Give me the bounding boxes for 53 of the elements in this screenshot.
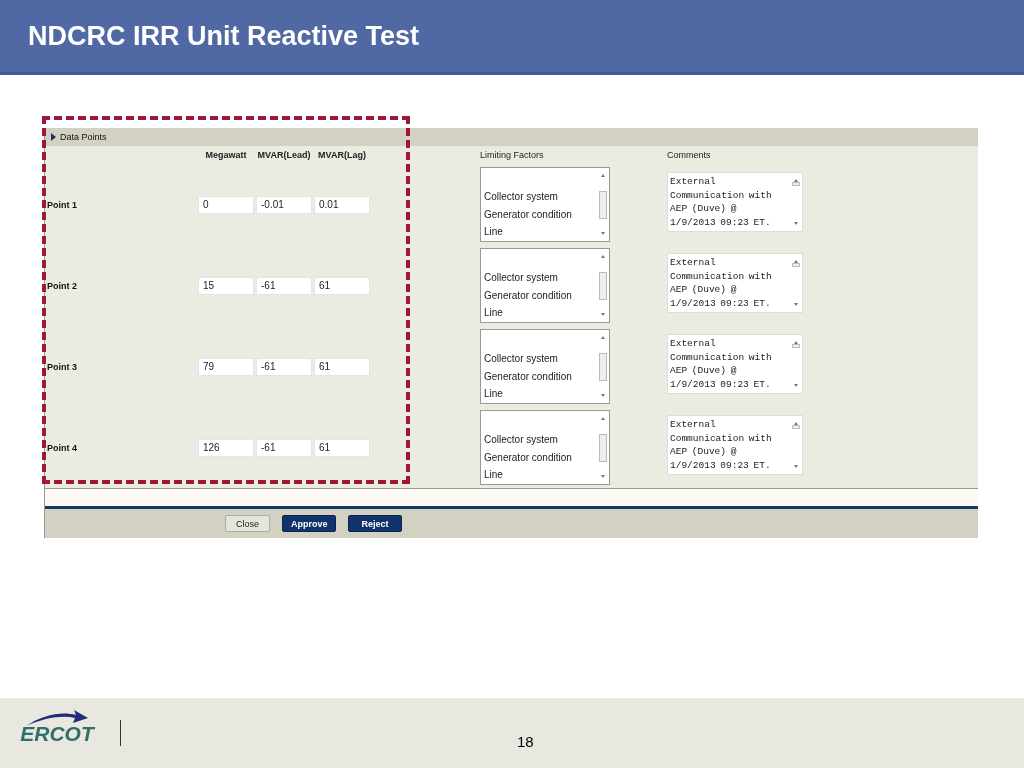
- form-button[interactable]: Reject: [348, 515, 402, 532]
- input-field[interactable]: -61: [256, 276, 312, 295]
- row-label: Point 4: [47, 442, 78, 453]
- form-button[interactable]: Close: [225, 515, 270, 532]
- list-item[interactable]: Line: [484, 385, 597, 403]
- input-field[interactable]: -61: [256, 438, 312, 457]
- list-item[interactable]: Line: [484, 466, 597, 484]
- list-item[interactable]: Collector system: [484, 431, 597, 449]
- list-box[interactable]: Collector system Generator condition Line: [480, 167, 610, 242]
- comment-box[interactable]: External Communication with AEP (Duve) @ 1/9/2013 09:23 ET.: [667, 172, 803, 232]
- page-number: 18: [517, 732, 534, 750]
- list-item[interactable]: Generator condition: [484, 448, 597, 466]
- column-header: MVAR(Lag): [317, 150, 367, 160]
- input-field[interactable]: 79: [198, 357, 254, 376]
- slide-title: NDCRC IRR Unit Reactive Test: [28, 20, 420, 52]
- input-field[interactable]: 15: [198, 276, 254, 295]
- comment-box[interactable]: External Communication with AEP (Duve) @ 1/9/2013 09:23 ET.: [667, 253, 803, 313]
- list-item[interactable]: Generator condition: [484, 205, 597, 223]
- comment-box[interactable]: External Communication with AEP (Duve) @ 1/9/2013 09:23 ET.: [667, 415, 803, 475]
- form-button[interactable]: Approve: [282, 515, 336, 532]
- input-field[interactable]: 0: [198, 195, 254, 214]
- input-field[interactable]: 61: [314, 276, 370, 295]
- row-label: Point 2: [47, 280, 78, 291]
- list-box[interactable]: Collector system Generator condition Line: [480, 410, 610, 485]
- list-box[interactable]: Collector system Generator condition Line: [480, 248, 610, 323]
- list-item[interactable]: Line: [484, 304, 597, 322]
- list-item[interactable]: Collector system: [484, 188, 597, 206]
- input-field[interactable]: -0.01: [256, 195, 312, 214]
- triangle-icon: [51, 133, 56, 141]
- input-field[interactable]: 61: [314, 357, 370, 376]
- comment-text: External Communication with AEP (Duve) @ 1/9/2013 09:23 ET.: [669, 175, 773, 230]
- row-label: Point 1: [47, 199, 78, 210]
- column-header: Limiting Factors: [480, 150, 545, 160]
- row-label: Point 3: [47, 361, 78, 372]
- list-item[interactable]: Generator condition: [484, 286, 597, 304]
- list-box[interactable]: Collector system Generator condition Line: [480, 329, 610, 404]
- column-header: MVAR(Lead): [256, 150, 312, 160]
- comment-box[interactable]: External Communication with AEP (Duve) @ 1/9/2013 09:23 ET.: [667, 334, 803, 394]
- comment-text: External Communication with AEP (Duve) @ 1/9/2013 09:23 ET.: [669, 337, 773, 392]
- column-header: Megawatt: [204, 150, 248, 160]
- logo-text: ERCOT: [20, 723, 94, 745]
- input-field[interactable]: 126: [198, 438, 254, 457]
- input-field[interactable]: 0.01: [314, 195, 370, 214]
- section-label: Data Points: [60, 132, 107, 142]
- list-item[interactable]: Generator condition: [484, 367, 597, 385]
- column-header: Comments: [667, 150, 711, 160]
- list-item[interactable]: Line: [484, 223, 597, 241]
- input-field[interactable]: 61: [314, 438, 370, 457]
- comment-text: External Communication with AEP (Duve) @ 1/9/2013 09:23 ET.: [669, 256, 773, 311]
- list-item[interactable]: Collector system: [484, 350, 597, 368]
- comment-text: External Communication with AEP (Duve) @ 1/9/2013 09:23 ET.: [669, 418, 773, 473]
- list-item[interactable]: Collector system: [484, 269, 597, 287]
- input-field[interactable]: -61: [256, 357, 312, 376]
